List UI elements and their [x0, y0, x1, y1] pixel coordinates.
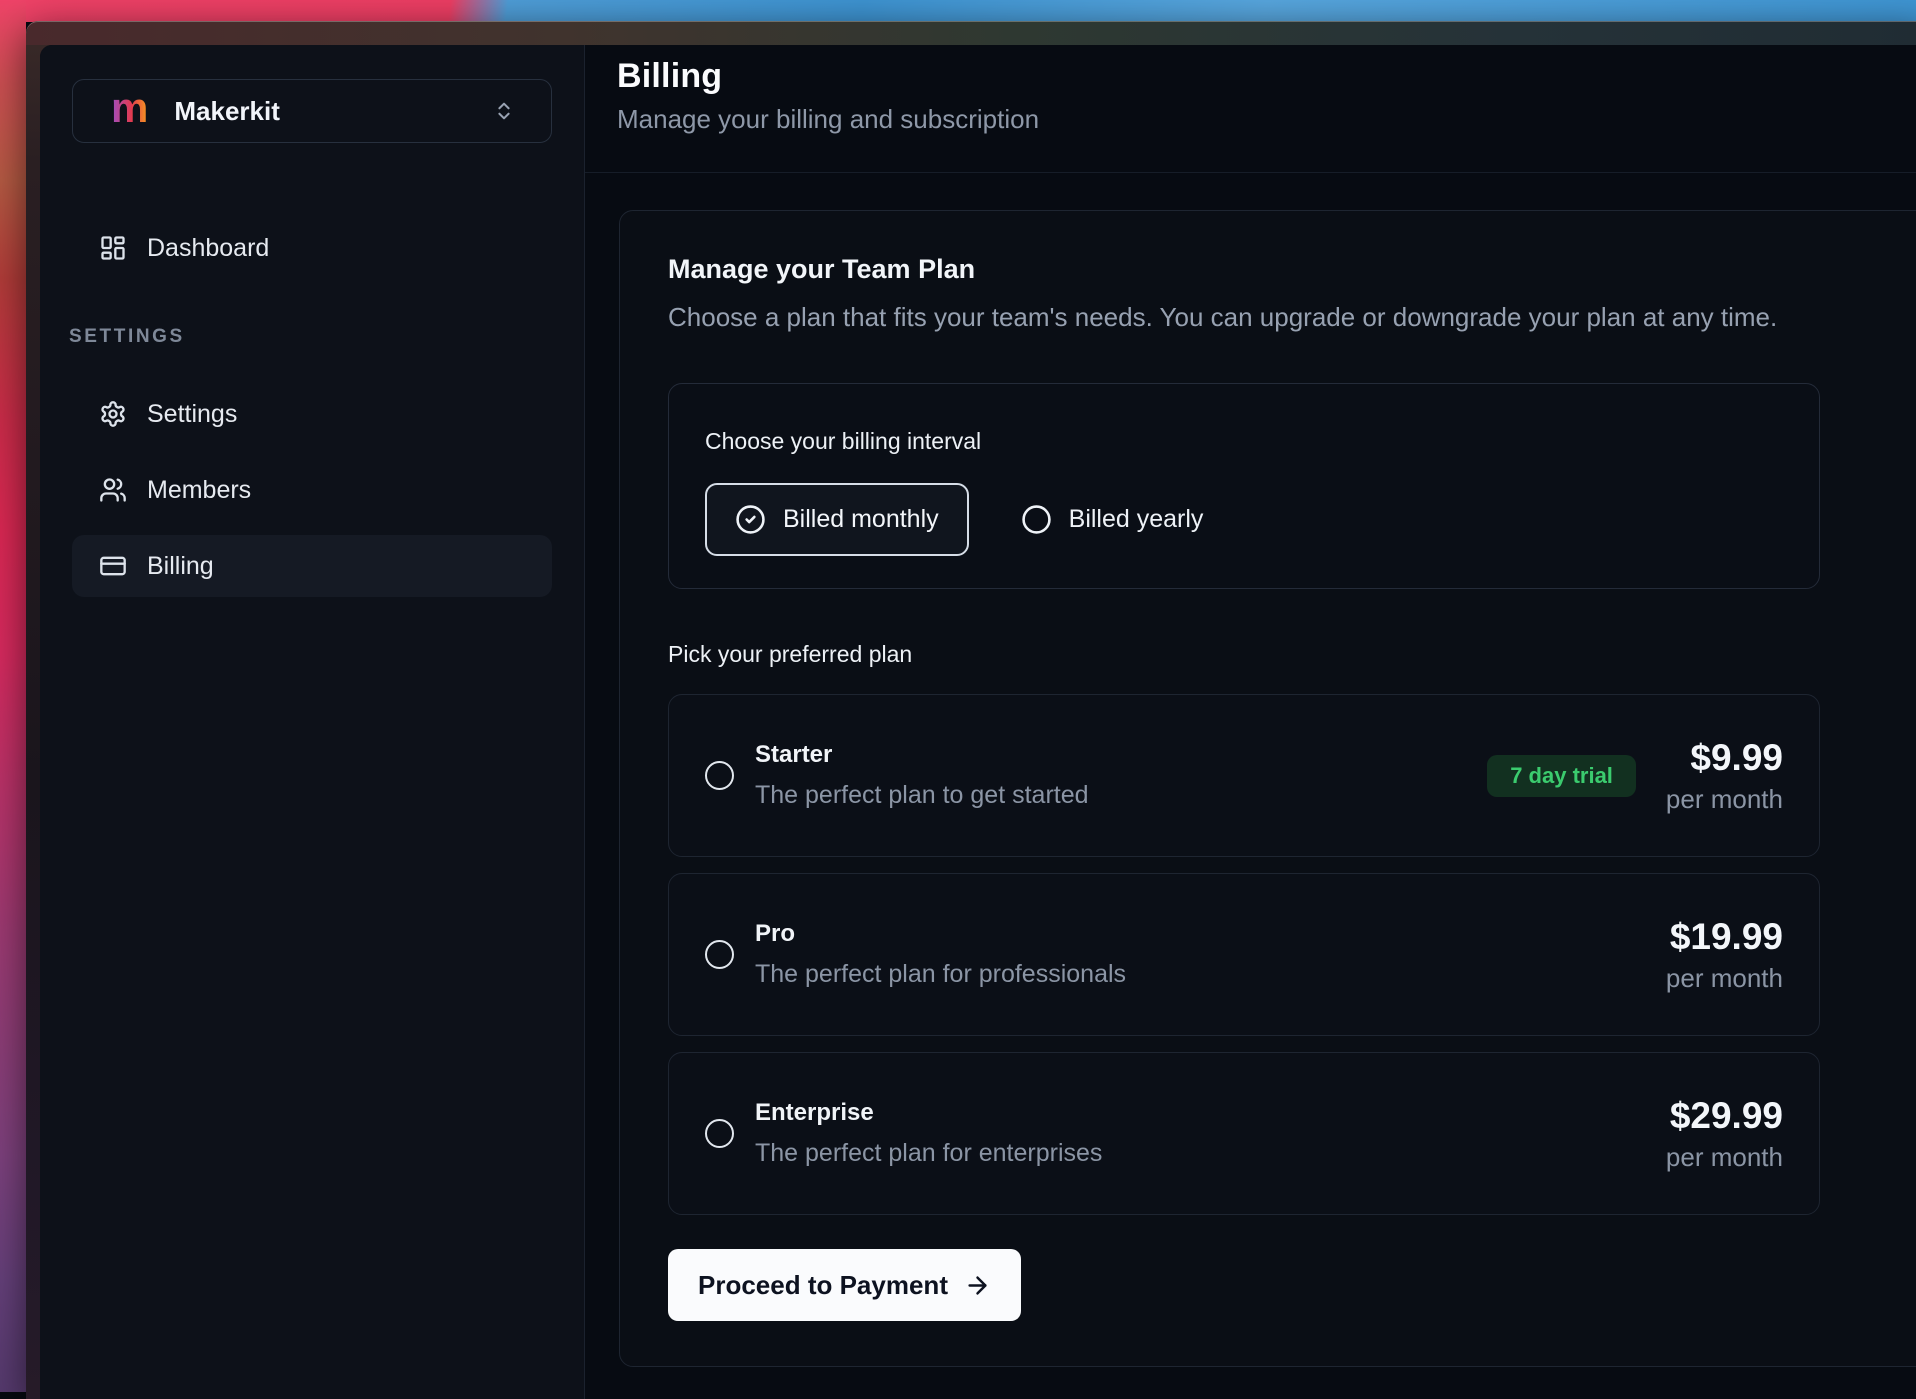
users-icon — [99, 476, 127, 504]
plan-info: Pro The perfect plan for professionals — [755, 920, 1126, 989]
credit-card-icon — [99, 552, 127, 580]
sidebar-item-label: Members — [147, 476, 251, 505]
plan-description: The perfect plan for professionals — [755, 960, 1126, 989]
sidebar-item-dashboard[interactable]: Dashboard — [72, 217, 552, 279]
check-circle-icon — [735, 504, 766, 535]
plan-list: Starter The perfect plan to get started … — [668, 694, 1820, 1215]
sidebar-item-label: Billing — [147, 552, 214, 581]
desktop-wallpaper-left — [0, 0, 26, 1392]
page-title: Billing — [617, 57, 1916, 96]
sidebar-item-billing[interactable]: Billing — [72, 535, 552, 597]
sidebar-item-members[interactable]: Members — [72, 459, 552, 521]
sidebar-item-label: Settings — [147, 400, 237, 429]
plan-right: $29.99 per month — [1666, 1095, 1783, 1173]
chevrons-up-down-icon — [493, 100, 515, 122]
billing-interval-card: Choose your billing interval Billed mont… — [668, 383, 1820, 589]
circle-icon — [1021, 504, 1052, 535]
plan-row-enterprise[interactable]: Enterprise The perfect plan for enterpri… — [668, 1052, 1820, 1215]
proceed-to-payment-button[interactable]: Proceed to Payment — [668, 1249, 1021, 1321]
sidebar: m Makerkit Dashboard SETTINGS Settings — [40, 45, 584, 1399]
sidebar-item-label: Dashboard — [147, 234, 269, 263]
price-block: $9.99 per month — [1666, 737, 1783, 815]
workspace-name: Makerkit — [174, 96, 280, 127]
page-subtitle: Manage your billing and subscription — [617, 104, 1916, 135]
window-titlebar[interactable] — [26, 21, 1916, 45]
plan-price: $9.99 — [1666, 737, 1783, 779]
plan-price: $19.99 — [1666, 916, 1783, 958]
plan-name: Pro — [755, 920, 1126, 948]
plan-right: 7 day trial $9.99 per month — [1487, 737, 1783, 815]
option-label: Billed monthly — [783, 505, 939, 534]
option-label: Billed yearly — [1069, 505, 1204, 534]
sidebar-section-label: SETTINGS — [69, 326, 552, 348]
team-plan-card: Manage your Team Plan Choose a plan that… — [619, 210, 1916, 1367]
page-header: Billing Manage your billing and subscrip… — [585, 45, 1916, 173]
option-billed-yearly[interactable]: Billed yearly — [1021, 504, 1204, 535]
billing-interval-options: Billed monthly Billed yearly — [705, 483, 1783, 556]
plan-period: per month — [1666, 784, 1783, 815]
gear-icon — [99, 400, 127, 428]
plan-info: Enterprise The perfect plan for enterpri… — [755, 1099, 1102, 1168]
radio-icon[interactable] — [705, 761, 734, 790]
sidebar-item-settings[interactable]: Settings — [72, 383, 552, 445]
plan-description: The perfect plan to get started — [755, 781, 1089, 810]
plan-row-pro[interactable]: Pro The perfect plan for professionals $… — [668, 873, 1820, 1036]
card-title: Manage your Team Plan — [668, 254, 1916, 285]
card-description: Choose a plan that fits your team's need… — [668, 302, 1916, 333]
radio-icon[interactable] — [705, 1119, 734, 1148]
cta-label: Proceed to Payment — [698, 1270, 948, 1301]
dashboard-icon — [99, 234, 127, 262]
price-block: $19.99 per month — [1666, 916, 1783, 994]
app-window: m Makerkit Dashboard SETTINGS Settings — [26, 21, 1916, 1399]
plan-name: Enterprise — [755, 1099, 1102, 1127]
window-body: m Makerkit Dashboard SETTINGS Settings — [40, 45, 1916, 1399]
page-content: Manage your Team Plan Choose a plan that… — [585, 173, 1916, 1367]
pick-plan-label: Pick your preferred plan — [668, 641, 1916, 668]
price-block: $29.99 per month — [1666, 1095, 1783, 1173]
plan-info: Starter The perfect plan to get started — [755, 741, 1089, 810]
desktop-wallpaper-top — [0, 0, 1916, 22]
arrow-right-icon — [964, 1272, 991, 1299]
plan-description: The perfect plan for enterprises — [755, 1139, 1102, 1168]
main-content: Billing Manage your billing and subscrip… — [584, 45, 1916, 1399]
billing-interval-label: Choose your billing interval — [705, 428, 1783, 455]
trial-badge: 7 day trial — [1487, 755, 1636, 797]
plan-right: $19.99 per month — [1666, 916, 1783, 994]
radio-icon[interactable] — [705, 940, 734, 969]
makerkit-logo-icon: m — [111, 87, 148, 129]
workspace-selector[interactable]: m Makerkit — [72, 79, 552, 143]
plan-row-starter[interactable]: Starter The perfect plan to get started … — [668, 694, 1820, 857]
plan-price: $29.99 — [1666, 1095, 1783, 1137]
plan-period: per month — [1666, 963, 1783, 994]
plan-name: Starter — [755, 741, 1089, 769]
option-billed-monthly[interactable]: Billed monthly — [705, 483, 969, 556]
plan-period: per month — [1666, 1142, 1783, 1173]
